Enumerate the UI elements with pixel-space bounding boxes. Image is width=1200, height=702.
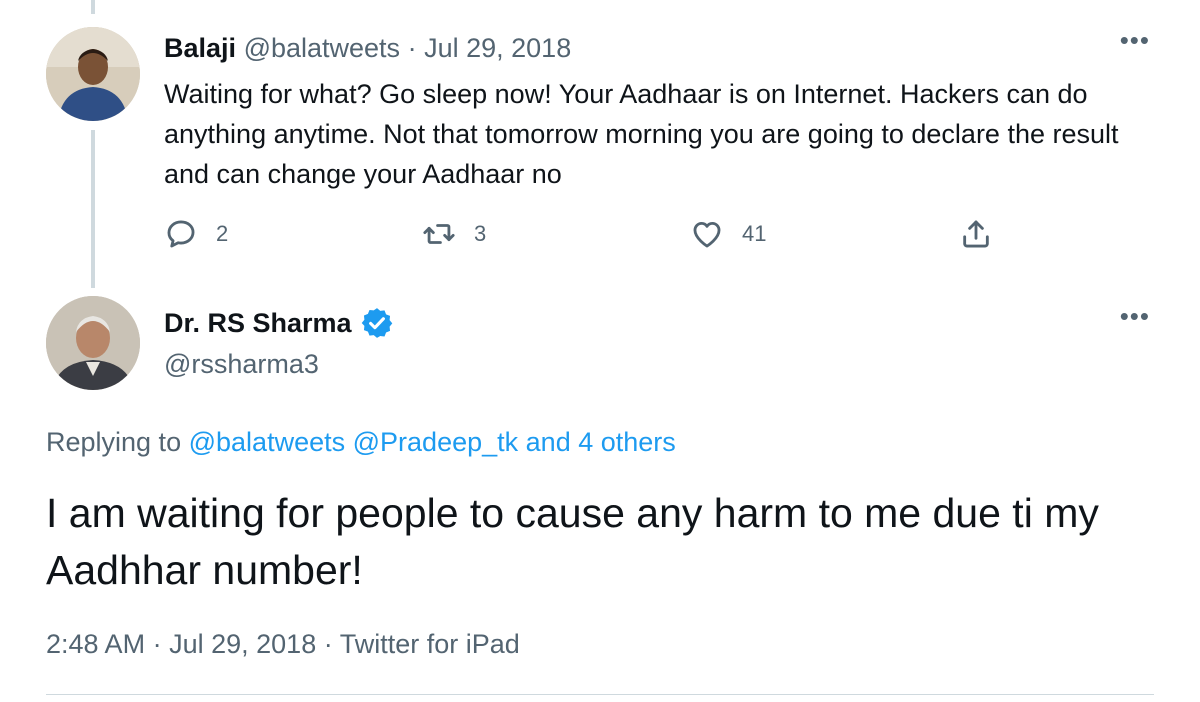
avatar-balaji[interactable] <box>46 27 140 121</box>
more-options-button[interactable]: ••• <box>1120 27 1150 53</box>
avatar-image <box>46 296 140 390</box>
mention-link[interactable]: @balatweets <box>189 427 346 457</box>
author-name[interactable]: Balaji <box>164 33 236 63</box>
like-icon <box>693 221 721 248</box>
author-handle[interactable]: @rssharma3 <box>164 346 319 382</box>
thread-connector-line <box>91 130 95 288</box>
tweet-date[interactable]: Jul 29, 2018 <box>424 33 571 63</box>
divider <box>46 694 1154 695</box>
verified-badge-icon <box>361 308 392 338</box>
reply-button[interactable]: 2 <box>164 212 228 256</box>
mention-link[interactable]: @Pradeep_tk <box>353 427 519 457</box>
parent-tweet-header: Balaji @balatweets · Jul 29, 2018 <box>164 30 571 66</box>
reply-count: 2 <box>216 221 229 246</box>
replying-to-line: Replying to @balatweets @Pradeep_tk and … <box>46 424 676 460</box>
avatar-rs-sharma[interactable] <box>46 296 140 390</box>
main-author-row: Dr. RS Sharma <box>164 305 394 341</box>
avatar-image <box>46 27 140 121</box>
replying-prefix: Replying to <box>46 427 182 457</box>
retweet-count: 3 <box>474 221 487 246</box>
tweet-source[interactable]: Twitter for iPad <box>340 629 520 659</box>
retweet-icon <box>423 224 455 244</box>
retweet-button[interactable]: 3 <box>422 212 486 256</box>
parent-tweet-text: Waiting for what? Go sleep now! Your Aad… <box>164 79 1119 189</box>
tweet-actions: 2 3 41 <box>164 212 1004 256</box>
like-button[interactable]: 41 <box>690 212 766 256</box>
more-options-button[interactable]: ••• <box>1120 303 1150 329</box>
tweet-time[interactable]: 2:48 AM <box>46 629 145 659</box>
thread-line-top <box>91 0 95 14</box>
author-handle[interactable]: @balatweets <box>244 33 401 63</box>
tweet-date[interactable]: Jul 29, 2018 <box>169 629 316 659</box>
like-count: 41 <box>742 221 767 246</box>
share-button[interactable] <box>959 212 993 256</box>
meta-separator: · <box>152 629 162 659</box>
reply-icon <box>167 220 195 248</box>
header-separator: · <box>407 33 417 63</box>
share-icon <box>963 220 989 248</box>
author-name[interactable]: Dr. RS Sharma <box>164 305 352 341</box>
others-link[interactable]: and 4 others <box>526 427 676 457</box>
main-tweet-text: I am waiting for people to cause any har… <box>46 490 1099 593</box>
tweet-meta: 2:48 AM · Jul 29, 2018 · Twitter for iPa… <box>46 626 520 662</box>
meta-separator: · <box>323 629 333 659</box>
